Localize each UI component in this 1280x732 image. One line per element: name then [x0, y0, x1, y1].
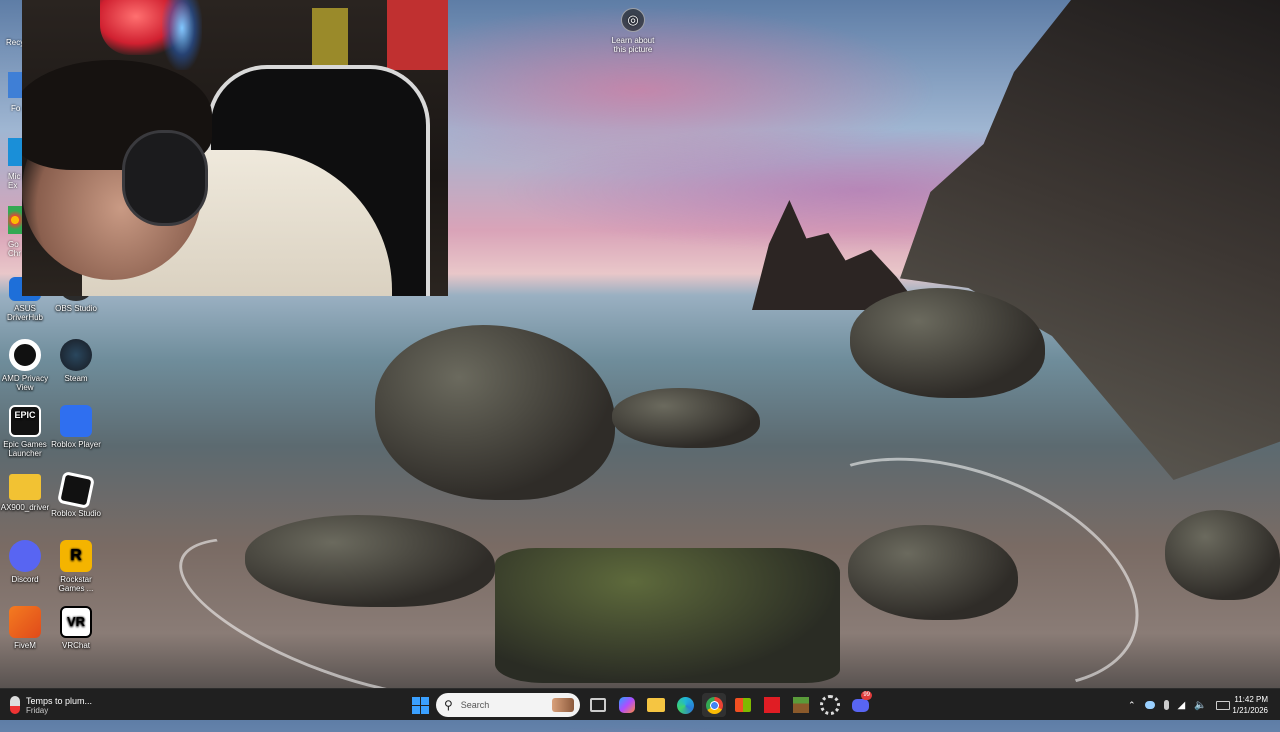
- fivem-icon: [9, 606, 41, 638]
- task-view-icon: [590, 698, 606, 712]
- desktop-left-strip: Recy Fo Mic Ex Go Chr: [0, 0, 22, 300]
- edge-button[interactable]: [673, 693, 697, 717]
- store-icon: [735, 698, 751, 712]
- taskbar: Temps to plum... Friday ⚲ Search 99 ⌃ ◢ …: [0, 688, 1280, 720]
- camera-info-icon: ◎: [621, 8, 645, 32]
- weather-title: Temps to plum...: [26, 695, 93, 706]
- desktop-icon-amd-privacy-view[interactable]: AMD Privacy View: [0, 339, 50, 392]
- volume-icon[interactable]: 🔈: [1194, 700, 1206, 711]
- search-placeholder: Search: [460, 700, 490, 710]
- task-view-button[interactable]: [586, 693, 610, 717]
- search-box[interactable]: ⚲ Search: [436, 693, 580, 717]
- desktop-icon-partial[interactable]: [8, 72, 22, 98]
- desktop-icon-roblox-studio[interactable]: Roblox Studio: [51, 471, 101, 518]
- copilot-button[interactable]: [615, 693, 639, 717]
- cloud-icon[interactable]: [1144, 701, 1155, 709]
- desktop-icon-epic-games[interactable]: EPIC Epic Games Launcher: [0, 405, 50, 458]
- desktop-icon-label[interactable]: Mic Ex: [8, 172, 22, 190]
- wallpaper-cliff: [900, 0, 1280, 480]
- wallpaper-wave: [755, 413, 1171, 732]
- wifi-icon[interactable]: ◢: [1178, 700, 1186, 711]
- vrchat-icon: VR: [60, 606, 92, 638]
- desktop-icon-label[interactable]: Recy: [6, 38, 22, 47]
- steam-icon: [60, 339, 92, 371]
- discord-icon: [9, 540, 41, 572]
- desktop-icon-fivem[interactable]: FiveM: [0, 606, 50, 650]
- minecraft-icon: [793, 697, 809, 713]
- minecraft-button[interactable]: [789, 693, 813, 717]
- epic-icon: EPIC: [9, 405, 41, 437]
- shoe-box: [387, 0, 448, 70]
- amd-icon: [764, 697, 780, 713]
- notification-badge: 99: [861, 691, 872, 700]
- wallpaper-rock: [375, 325, 615, 500]
- start-button[interactable]: [408, 693, 432, 717]
- desktop-icon-label[interactable]: Fo: [11, 104, 20, 113]
- wallpaper-rock: [495, 548, 840, 683]
- roblox-icon: [60, 405, 92, 437]
- folder-icon: [9, 474, 41, 500]
- clock[interactable]: 11:42 PM 1/21/2026: [1232, 694, 1268, 716]
- chrome-icon: [705, 696, 723, 714]
- desktop-icon-discord[interactable]: Discord: [0, 540, 50, 584]
- webcam-overlay: [22, 0, 448, 296]
- search-highlight-icon: [552, 698, 574, 712]
- rockstar-icon: R: [60, 540, 92, 572]
- desktop-icon-rockstar-games[interactable]: R Rockstar Games ...: [51, 540, 101, 593]
- learn-about-picture[interactable]: ◎ Learn about this picture: [606, 8, 660, 54]
- wallpaper-rock: [1165, 510, 1280, 600]
- copilot-icon: [619, 697, 635, 713]
- desktop-icon-label[interactable]: Go Chr: [8, 240, 22, 258]
- desktop-icon-steam[interactable]: Steam: [51, 339, 101, 383]
- microphone-icon[interactable]: [1163, 700, 1169, 710]
- headset: [122, 130, 208, 226]
- desktop-icon-ax900-driver[interactable]: AX900_driver: [0, 474, 50, 512]
- app-button[interactable]: [818, 693, 842, 717]
- eye-icon: [9, 339, 41, 371]
- store-button[interactable]: [731, 693, 755, 717]
- chevron-up-icon[interactable]: ⌃: [1128, 700, 1136, 711]
- edge-icon: [676, 696, 694, 714]
- clock-time: 11:42 PM: [1234, 695, 1268, 704]
- roblox-studio-icon: [57, 471, 95, 509]
- weather-day: Friday: [26, 705, 49, 715]
- chrome-icon[interactable]: [8, 206, 22, 234]
- gear-icon: [820, 695, 840, 715]
- system-tray: ⌃ ◢ 🔈: [1128, 689, 1230, 721]
- wall-poster: [312, 8, 348, 68]
- desktop-icon-roblox-player[interactable]: Roblox Player: [51, 405, 101, 449]
- folder-icon: [647, 698, 665, 712]
- discord-icon: [851, 698, 869, 712]
- thermometer-icon: [10, 696, 20, 714]
- chrome-button[interactable]: [702, 693, 726, 717]
- edge-icon[interactable]: [8, 138, 22, 166]
- battery-icon[interactable]: [1215, 700, 1230, 710]
- file-explorer-button[interactable]: [644, 693, 668, 717]
- weather-widget[interactable]: Temps to plum... Friday: [10, 692, 92, 718]
- neon-sign: [162, 0, 202, 70]
- search-icon: ⚲: [444, 698, 453, 712]
- amd-button[interactable]: [760, 693, 784, 717]
- discord-button[interactable]: 99: [848, 691, 872, 717]
- windows-icon: [411, 696, 429, 714]
- clock-date: 1/21/2026: [1232, 706, 1268, 715]
- wallpaper-rock: [612, 388, 760, 448]
- desktop-icon-vrchat[interactable]: VR VRChat: [51, 606, 101, 650]
